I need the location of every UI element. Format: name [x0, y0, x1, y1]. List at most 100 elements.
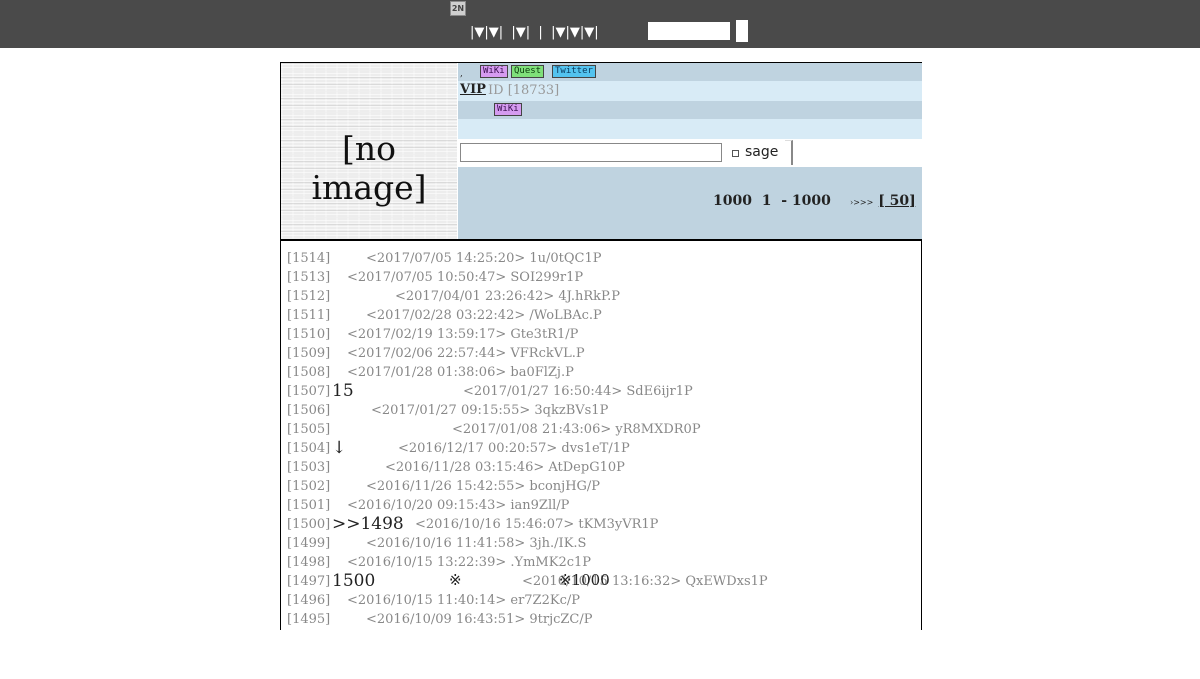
post-id[interactable]: SdE6ijr1P	[626, 384, 692, 399]
no-image-label: [no image]	[311, 129, 427, 207]
post-meta: <2016/10/15 13:22:39> .YmMK2c1P	[347, 555, 591, 570]
post-number[interactable]: [1505]	[287, 422, 330, 437]
site-logo-icon[interactable]: 2N	[450, 1, 466, 16]
post-number[interactable]: [1507]	[287, 384, 330, 399]
post-body: 15	[332, 381, 354, 401]
post-number[interactable]: [1514]	[287, 251, 330, 266]
post-date: <2016/10/16 15:46:07>	[415, 517, 575, 532]
post-id[interactable]: QxEWDxs1P	[685, 574, 767, 589]
post-date: <2017/01/27 09:15:55>	[371, 403, 531, 418]
post-body: 1500	[332, 571, 376, 591]
post-number[interactable]: [1510]	[287, 327, 330, 342]
submit-button[interactable]	[785, 140, 793, 165]
post-meta: <2017/04/01 23:26:42> 4J.hRkP.P	[395, 289, 620, 304]
post-number[interactable]: [1501]	[287, 498, 330, 513]
thread-thumbnail: [no image]	[281, 63, 457, 239]
post-number[interactable]: [1508]	[287, 365, 330, 380]
post-date: <2016/10/15 11:40:14>	[347, 593, 507, 608]
post-id[interactable]: .YmMK2c1P	[510, 555, 591, 570]
post-number[interactable]: [1497]	[287, 574, 330, 589]
post-meta: <2017/01/08 21:43:06> yR8MXDR0P	[452, 422, 701, 437]
post-id[interactable]: 9trjcZC/P	[529, 612, 592, 627]
vip-link[interactable]: VIP	[460, 82, 486, 97]
post-id[interactable]: SOI299r1P	[510, 270, 583, 285]
post-id[interactable]: dvs1eT/1P	[561, 441, 629, 456]
post-date: <2016/12/17 00:20:57>	[398, 441, 558, 456]
post-meta: <2017/01/27 09:15:55> 3qkzBVs1P	[371, 403, 608, 418]
next-prefix: ›>>>	[850, 198, 874, 207]
post-id[interactable]: 1u/0tQC1P	[529, 251, 601, 266]
post-date: <2016/11/26 15:42:55>	[366, 479, 526, 494]
header-row-tags: , WiKi Quest Twitter	[458, 63, 922, 81]
separator-dot: ,	[460, 69, 463, 79]
post-number[interactable]: [1499]	[287, 536, 330, 551]
post-id[interactable]: AtDepG10P	[548, 460, 625, 475]
post-form: sage	[458, 139, 922, 167]
sage-checkbox[interactable]	[732, 150, 739, 157]
wiki-tag[interactable]: WiKi	[480, 65, 508, 78]
post-id[interactable]: Gte3tR1/P	[510, 327, 578, 342]
list-item: [1512] <2017/04/01 23:26:42> 4J.hRkP.P	[287, 289, 917, 308]
list-item: [1500] >>1498 <2016/10/16 15:46:07> tKM3…	[287, 514, 917, 536]
post-number[interactable]: [1503]	[287, 460, 330, 475]
header-row-blank	[458, 119, 922, 139]
list-item: [1502] <2016/11/26 15:42:55> bconjHG/P	[287, 479, 917, 498]
post-range: 1000 1 - 1000	[713, 193, 831, 209]
header-row-wiki: WiKi	[458, 101, 922, 119]
sage-label: sage	[745, 144, 779, 160]
post-meta: <2017/01/28 01:38:06> ba0FlZj.P	[347, 365, 574, 380]
post-id[interactable]: ba0FlZj.P	[510, 365, 573, 380]
post-date: <2017/02/06 22:57:44>	[347, 346, 507, 361]
list-item: [1507] 15 <2017/01/27 16:50:44> SdE6ijr1…	[287, 381, 917, 403]
post-id[interactable]: 3jh./IK.S	[529, 536, 586, 551]
name-field[interactable]	[460, 143, 722, 162]
list-item: [1510] <2017/02/19 13:59:17> Gte3tR1/P	[287, 327, 917, 346]
post-id[interactable]: yR8MXDR0P	[615, 422, 700, 437]
post-number[interactable]: [1513]	[287, 270, 330, 285]
post-number[interactable]: [1495]	[287, 612, 330, 627]
post-id[interactable]: 3qkzBVs1P	[534, 403, 608, 418]
top-nav-menu[interactable]: |▼|▼| |▼| | |▼|▼|▼|	[470, 22, 599, 42]
search-input[interactable]	[648, 22, 730, 40]
next-page[interactable]: ›>>> [ 50]	[850, 193, 916, 209]
post-meta: <2017/07/05 10:50:47> SOI299r1P	[347, 270, 583, 285]
post-meta: <2017/01/27 16:50:44> SdE6ijr1P	[463, 384, 693, 399]
wiki-tag-secondary[interactable]: WiKi	[494, 103, 522, 116]
post-id[interactable]: ian9Zll/P	[510, 498, 569, 513]
post-date: <2016/10/15 13:22:39>	[347, 555, 507, 570]
post-meta: <2016/10/16 11:41:58> 3jh./IK.S	[366, 536, 586, 551]
post-number[interactable]: [1502]	[287, 479, 330, 494]
post-meta: <2016/10/09 16:43:51> 9trjcZC/P	[366, 612, 593, 627]
next-page-link[interactable]: [ 50]	[878, 193, 916, 209]
list-item: [1496] <2016/10/15 11:40:14> er7Z2Kc/P	[287, 593, 917, 612]
post-date: <2017/01/08 21:43:06>	[452, 422, 612, 437]
post-meta: <2016/10/20 09:15:43> ian9Zll/P	[347, 498, 569, 513]
post-number[interactable]: [1500]	[287, 517, 330, 532]
search-button[interactable]	[736, 20, 748, 42]
post-id[interactable]: /WoLBAc.P	[529, 308, 601, 323]
twitter-tag[interactable]: Twitter	[552, 65, 596, 78]
quest-tag[interactable]: Quest	[511, 65, 545, 78]
post-number[interactable]: [1504]	[287, 441, 330, 456]
post-id[interactable]: tKM3yVR1P	[578, 517, 658, 532]
post-body: ↓	[332, 438, 347, 458]
post-number[interactable]: [1498]	[287, 555, 330, 570]
post-meta: <2017/07/05 14:25:20> 1u/0tQC1P	[366, 251, 602, 266]
post-number[interactable]: [1506]	[287, 403, 330, 418]
post-id[interactable]: 4J.hRkP.P	[558, 289, 620, 304]
post-date: <2017/01/27 16:50:44>	[463, 384, 623, 399]
list-item: [1495] <2016/10/09 16:43:51> 9trjcZC/P	[287, 612, 917, 631]
post-meta: <2016/11/26 15:42:55> bconjHG/P	[366, 479, 600, 494]
post-number[interactable]: [1496]	[287, 593, 330, 608]
post-number[interactable]: [1512]	[287, 289, 330, 304]
post-meta: <2017/02/28 03:22:42> /WoLBAc.P	[366, 308, 602, 323]
list-item: [1497] 1500 ※ <2016/10/15 13:16:32> QxEW…	[287, 571, 917, 593]
post-date: <2017/02/28 03:22:42>	[366, 308, 526, 323]
post-number[interactable]: [1511]	[287, 308, 330, 323]
post-id[interactable]: bconjHG/P	[529, 479, 600, 494]
post-body[interactable]: >>1498	[332, 514, 404, 534]
post-id[interactable]: er7Z2Kc/P	[510, 593, 580, 608]
post-id[interactable]: VFRckVL.P	[510, 346, 584, 361]
list-item: [1514] <2017/07/05 14:25:20> 1u/0tQC1P	[287, 251, 917, 270]
post-number[interactable]: [1509]	[287, 346, 330, 361]
